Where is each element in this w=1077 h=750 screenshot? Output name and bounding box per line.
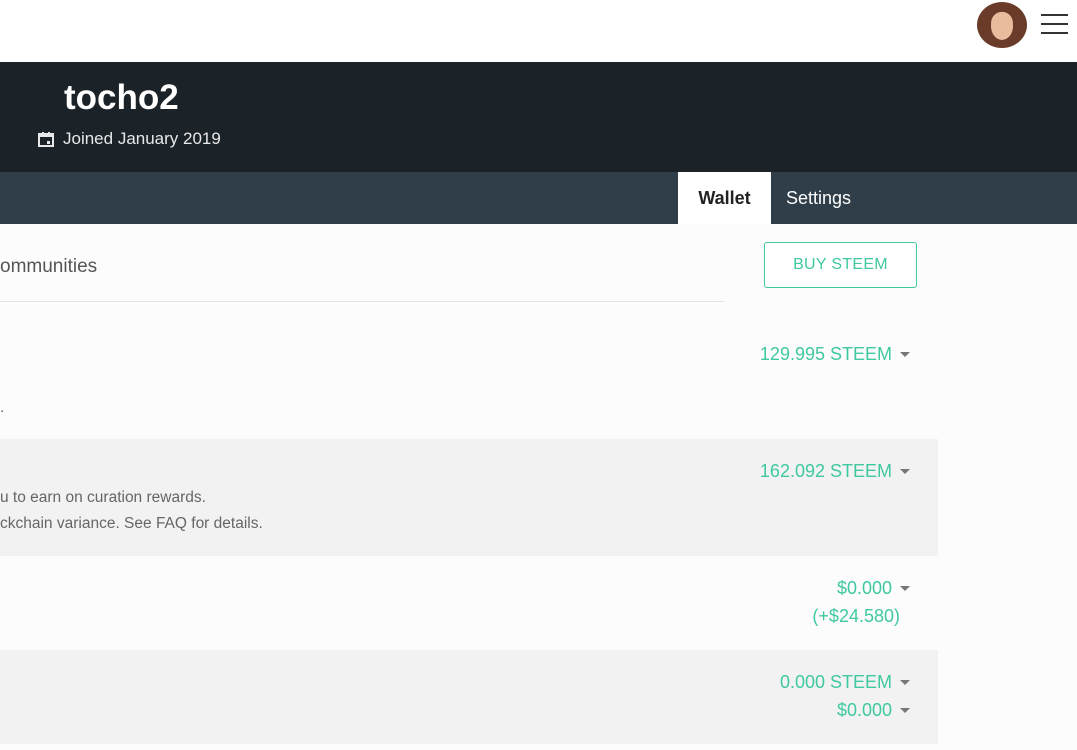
profile-username: tocho2 <box>64 78 179 117</box>
steem-description: . <box>0 399 5 416</box>
buy-steem-button[interactable]: BUY STEEM <box>764 242 917 288</box>
steem-power-balance: 162.092 STEEM <box>759 461 892 481</box>
wallet-row-steem-power: u to earn on curation rewards. ckchain v… <box>0 439 938 556</box>
profile-tab-bar: Wallet Settings <box>0 172 1077 224</box>
wallet-row-steem: . 129.995 STEEM <box>0 304 938 439</box>
tab-wallet[interactable]: Wallet <box>678 172 771 224</box>
wallet-row-steem-dollars: $0.000 (+$24.580) <box>0 556 938 650</box>
steem-power-description-line2: ckchain variance. See FAQ for details. <box>0 515 263 532</box>
caret-down-icon <box>900 680 910 685</box>
savings-dollars-balance: $0.000 <box>836 700 892 720</box>
steem-dollars-balance-dropdown[interactable]: $0.000 <box>837 578 910 599</box>
caret-down-icon <box>900 469 910 474</box>
savings-steem-dropdown[interactable]: 0.000 STEEM <box>780 672 910 693</box>
calendar-icon <box>38 131 54 147</box>
wallet-row-savings: 0.000 STEEM $0.000 <box>0 650 938 744</box>
caret-down-icon <box>900 586 910 591</box>
joined-date: Joined January 2019 <box>38 129 221 149</box>
savings-steem-balance: 0.000 STEEM <box>779 672 892 692</box>
steem-balance-dropdown[interactable]: 129.995 STEEM <box>760 344 910 365</box>
steem-power-balance-dropdown[interactable]: 162.092 STEEM <box>760 461 910 482</box>
savings-dollars-dropdown[interactable]: $0.000 <box>837 700 910 721</box>
user-avatar[interactable] <box>977 2 1027 48</box>
steem-power-description-line1: u to earn on curation rewards. <box>0 489 206 506</box>
steem-dollars-pending: (+$24.580) <box>812 606 900 626</box>
profile-header: tocho2 Joined January 2019 <box>0 62 1077 172</box>
hamburger-menu-icon[interactable] <box>1041 14 1068 34</box>
caret-down-icon <box>900 708 910 713</box>
section-title: ommunities <box>0 256 98 277</box>
top-bar <box>0 0 1077 62</box>
caret-down-icon <box>900 352 910 357</box>
joined-label: Joined January 2019 <box>63 129 221 148</box>
steem-balance: 129.995 STEEM <box>759 344 892 364</box>
steem-dollars-balance: $0.000 <box>836 578 892 598</box>
tab-settings[interactable]: Settings <box>786 172 851 224</box>
section-divider <box>0 301 724 302</box>
